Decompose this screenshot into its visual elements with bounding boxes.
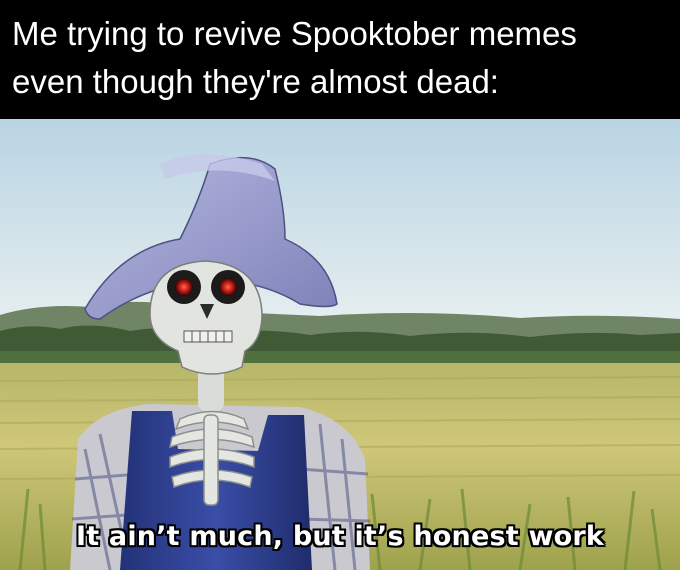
skeleton-farmer-photo <box>0 119 680 570</box>
caption-bar: Me trying to revive Spooktober memes eve… <box>0 0 680 119</box>
bottom-caption: It ain’t much, but it’s honest work <box>75 521 605 552</box>
caption-line-2: even though they're almost dead: <box>12 63 499 100</box>
left-red-eye <box>175 278 193 296</box>
caption-line-1: Me trying to revive Spooktober memes <box>12 15 577 52</box>
meme-image: Me trying to revive Spooktober memes eve… <box>0 0 680 570</box>
teeth <box>183 330 233 343</box>
photo-illustration <box>0 119 680 570</box>
right-red-eye <box>219 278 237 296</box>
